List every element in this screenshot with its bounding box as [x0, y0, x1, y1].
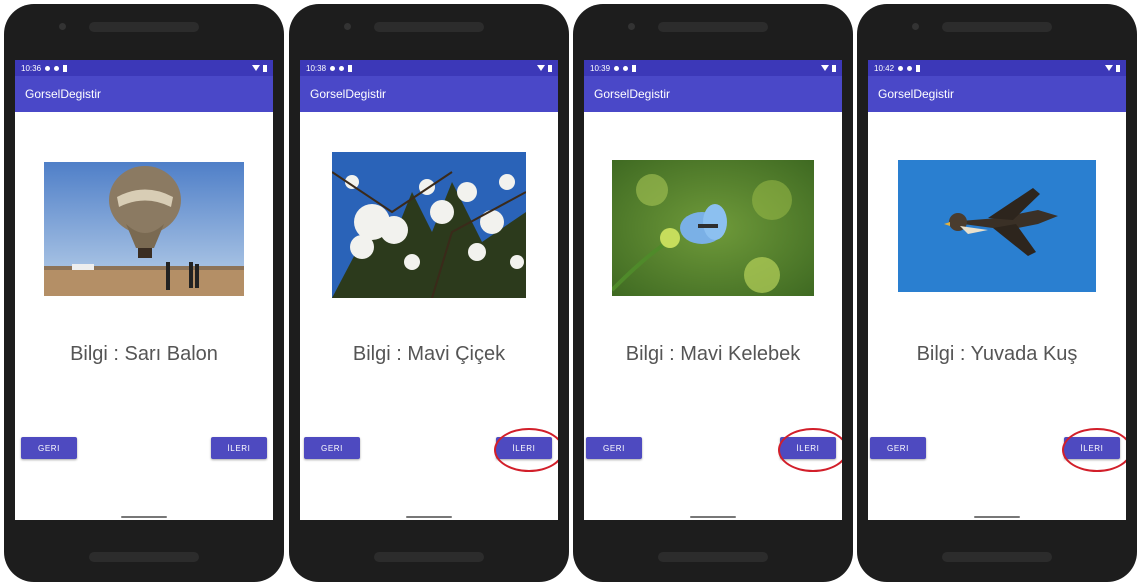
nav-bar — [15, 510, 273, 520]
sync-icon — [907, 65, 913, 71]
info-text: Bilgi : Mavi Kelebek — [625, 343, 801, 365]
balloon-photo — [44, 162, 244, 296]
back-button[interactable]: GERI — [586, 437, 642, 459]
phone-1: 10:36 GorselDegistir Bilgi : Sarı Balon … — [4, 4, 284, 582]
status-bar: 10:38 — [300, 60, 558, 76]
settings-icon — [330, 65, 336, 71]
back-button[interactable]: GERI — [304, 437, 360, 459]
wifi-icon — [1105, 65, 1113, 71]
status-time: 10:42 — [874, 63, 895, 73]
home-handle[interactable] — [121, 516, 167, 518]
settings-icon — [614, 65, 620, 71]
status-time: 10:39 — [590, 63, 611, 73]
butterfly-photo — [612, 160, 814, 296]
nav-bar — [584, 510, 842, 520]
phone-2: 10:38 GorselDegistir Bilgi : Mavi Çiçek … — [289, 4, 569, 582]
status-bar: 10:39 — [584, 60, 842, 76]
sync-icon — [339, 65, 345, 71]
app-title: GorselDegistir — [25, 87, 102, 101]
earpiece — [374, 22, 484, 32]
status-time: 10:36 — [21, 63, 42, 73]
status-time: 10:38 — [306, 63, 327, 73]
settings-icon — [898, 65, 904, 71]
app-title: GorselDegistir — [878, 87, 955, 101]
home-handle[interactable] — [974, 516, 1020, 518]
bottom-speaker — [89, 552, 199, 562]
info-text: Bilgi : Sarı Balon — [70, 343, 218, 365]
battery-icon — [832, 64, 836, 72]
app-bar: GorselDegistir — [868, 76, 1126, 112]
info-text: Bilgi : Yuvada Kuş — [916, 343, 1078, 365]
screen: 10:38 GorselDegistir Bilgi : Mavi Çiçek … — [300, 60, 558, 520]
bottom-speaker — [658, 552, 768, 562]
battery-icon — [263, 64, 267, 72]
app-bar: GorselDegistir — [584, 76, 842, 112]
settings-icon — [45, 65, 51, 71]
sd-card-icon — [916, 64, 921, 72]
battery-icon — [1116, 64, 1120, 72]
next-button-highlight-circle — [1062, 428, 1126, 472]
sd-card-icon — [632, 64, 637, 72]
falcon-photo — [898, 160, 1096, 292]
status-bar: 10:36 — [15, 60, 273, 76]
earpiece — [942, 22, 1052, 32]
home-handle[interactable] — [690, 516, 736, 518]
nav-bar — [868, 510, 1126, 520]
app-title: GorselDegistir — [594, 87, 671, 101]
screen: 10:36 GorselDegistir Bilgi : Sarı Balon … — [15, 60, 273, 520]
battery-icon — [548, 64, 552, 72]
sd-card-icon — [63, 64, 68, 72]
wifi-icon — [252, 65, 260, 71]
front-camera — [59, 23, 66, 30]
blossom-photo — [332, 152, 526, 298]
sync-icon — [54, 65, 60, 71]
app-bar: GorselDegistir — [15, 76, 273, 112]
screen: 10:39 GorselDegistir Bilgi : Mavi Kelebe… — [584, 60, 842, 520]
front-camera — [344, 23, 351, 30]
back-button[interactable]: GERI — [870, 437, 926, 459]
earpiece — [89, 22, 199, 32]
phone-3: 10:39 GorselDegistir Bilgi : Mavi Kelebe… — [573, 4, 853, 582]
bottom-speaker — [374, 552, 484, 562]
info-text: Bilgi : Mavi Çiçek — [352, 343, 506, 365]
sync-icon — [623, 65, 629, 71]
back-button[interactable]: GERI — [21, 437, 77, 459]
screen: 10:42 GorselDegistir Bilgi : Yuvada Kuş … — [868, 60, 1126, 520]
front-camera — [912, 23, 919, 30]
next-button[interactable]: İLERI — [211, 437, 267, 459]
app-title: GorselDegistir — [310, 87, 387, 101]
wifi-icon — [537, 65, 545, 71]
sd-card-icon — [348, 64, 353, 72]
wifi-icon — [821, 65, 829, 71]
earpiece — [658, 22, 768, 32]
next-button-highlight-circle — [494, 428, 558, 472]
phone-4: 10:42 GorselDegistir Bilgi : Yuvada Kuş … — [857, 4, 1137, 582]
bottom-speaker — [942, 552, 1052, 562]
home-handle[interactable] — [406, 516, 452, 518]
next-button-highlight-circle — [778, 428, 842, 472]
nav-bar — [300, 510, 558, 520]
front-camera — [628, 23, 635, 30]
app-bar: GorselDegistir — [300, 76, 558, 112]
status-bar: 10:42 — [868, 60, 1126, 76]
